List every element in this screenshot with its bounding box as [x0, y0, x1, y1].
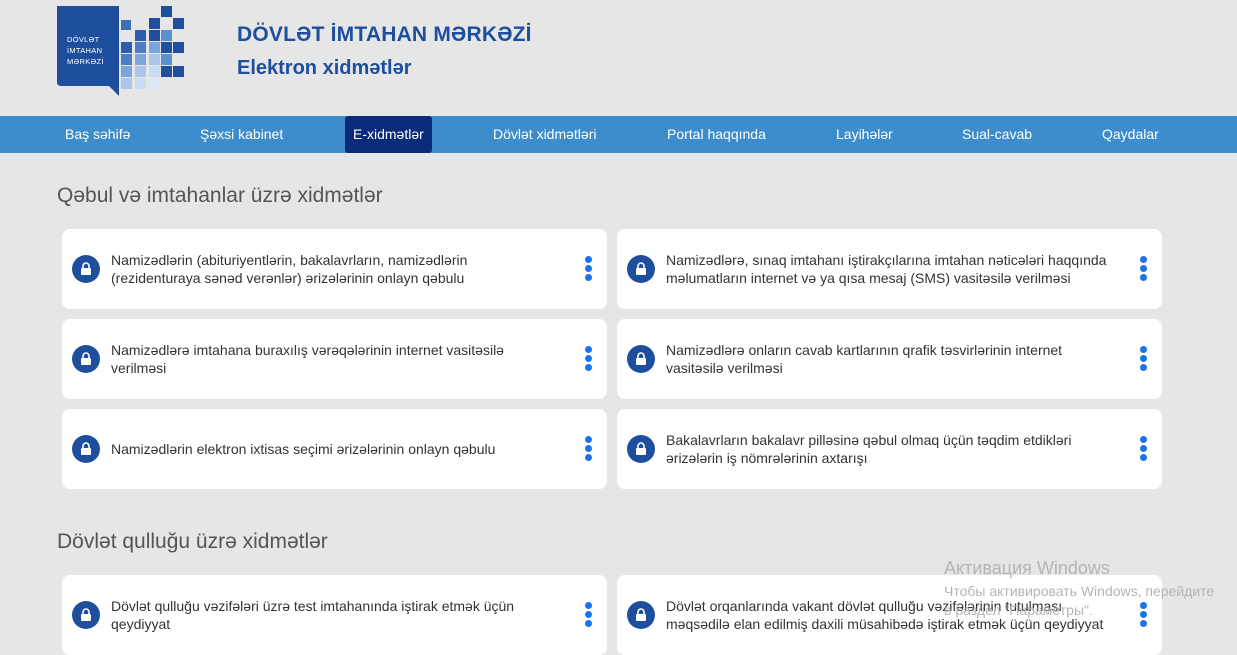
windows-activation-line-1: Чтобы активировать Windows, перейдите: [944, 583, 1215, 599]
service-card[interactable]: Namizədlərə onların cavab kartlarının qr…: [617, 319, 1162, 399]
service-card[interactable]: Namizədlərə imtahana buraxılış vərəqələr…: [62, 319, 607, 399]
lock-icon: [627, 435, 655, 463]
service-card[interactable]: Namizədlərə, sınaq imtahanı iştirakçılar…: [617, 229, 1162, 309]
lock-icon: [72, 255, 100, 283]
kebab-menu-icon[interactable]: [585, 256, 593, 282]
service-card[interactable]: Bakalavrların bakalavr pilləsinə qəbul o…: [617, 409, 1162, 489]
logo-line-2: İMTAHAN: [67, 46, 103, 55]
site-subtitle: Elektron xidmətlər: [237, 57, 412, 79]
nav-item-personal-cabinet[interactable]: Şəxsi kabinet: [200, 116, 283, 153]
section-title-admission: Qəbul və imtahanlar üzrə xidmətlər: [57, 184, 383, 207]
lock-icon: [627, 345, 655, 373]
section-title-civil-service: Dövlət qulluğu üzrə xidmətlər: [57, 530, 328, 553]
lock-icon: [627, 601, 655, 629]
main-nav: Baş səhifə Şəxsi kabinet E-xidmətlər Döv…: [0, 116, 1237, 153]
site-header: DÖVLƏT İMTAHAN MƏRKƏZİ DÖVLƏT İMTAHAN MƏ…: [0, 0, 1237, 116]
windows-activation-line-2: в раздел "Параметры".: [944, 602, 1093, 618]
kebab-menu-icon[interactable]: [585, 436, 593, 462]
service-card-text: Bakalavrların bakalavr pilləsinə qəbul o…: [666, 432, 1072, 466]
logo-line-1: DÖVLƏT: [67, 35, 100, 44]
kebab-menu-icon[interactable]: [585, 602, 593, 628]
service-card-text: Namizədlərin elektron ixtisas seçimi əri…: [111, 441, 496, 457]
service-card-text: Namizədlərə imtahana buraxılış vərəqələr…: [111, 342, 504, 376]
site-logo[interactable]: DÖVLƏT İMTAHAN MƏRKƏZİ: [57, 6, 187, 98]
service-card-text: Dövlət qulluğu vəzifələri üzrə test imta…: [111, 598, 515, 632]
kebab-menu-icon[interactable]: [1140, 346, 1148, 372]
nav-item-projects[interactable]: Layihələr: [836, 116, 893, 153]
service-card-text: Namizədlərin (abituriyentlərin, bakalavr…: [111, 252, 468, 286]
lock-icon: [72, 601, 100, 629]
service-card[interactable]: Namizədlərin (abituriyentlərin, bakalavr…: [62, 229, 607, 309]
nav-item-about-portal[interactable]: Portal haqqında: [667, 116, 766, 153]
kebab-menu-icon[interactable]: [585, 346, 593, 372]
service-card[interactable]: Dövlət qulluğu vəzifələri üzrə test imta…: [62, 575, 607, 655]
site-title[interactable]: DÖVLƏT İMTAHAN MƏRKƏZİ: [237, 23, 532, 47]
kebab-menu-icon[interactable]: [1140, 256, 1148, 282]
windows-activation-title: Активация Windows: [944, 558, 1110, 578]
nav-item-rules[interactable]: Qaydalar: [1102, 116, 1159, 153]
service-card-text: Namizədlərə onların cavab kartlarının qr…: [666, 342, 1063, 376]
lock-icon: [72, 345, 100, 373]
windows-activation-text: Чтобы активировать Windows, перейдите в …: [944, 582, 1214, 620]
service-card-text: Namizədlərə, sınaq imtahanı iştirakçılar…: [666, 252, 1107, 286]
nav-item-state-services[interactable]: Dövlət xidmətləri: [493, 116, 596, 153]
kebab-menu-icon[interactable]: [1140, 436, 1148, 462]
logo-text: DÖVLƏT İMTAHAN MƏRKƏZİ: [67, 34, 104, 67]
nav-item-faq[interactable]: Sual-cavab: [962, 116, 1032, 153]
nav-item-home[interactable]: Baş səhifə: [65, 116, 130, 153]
service-card[interactable]: Namizədlərin elektron ixtisas seçimi əri…: [62, 409, 607, 489]
nav-item-e-services[interactable]: E-xidmətlər: [345, 116, 432, 153]
logo-line-3: MƏRKƏZİ: [67, 57, 104, 66]
lock-icon: [72, 435, 100, 463]
lock-icon: [627, 255, 655, 283]
